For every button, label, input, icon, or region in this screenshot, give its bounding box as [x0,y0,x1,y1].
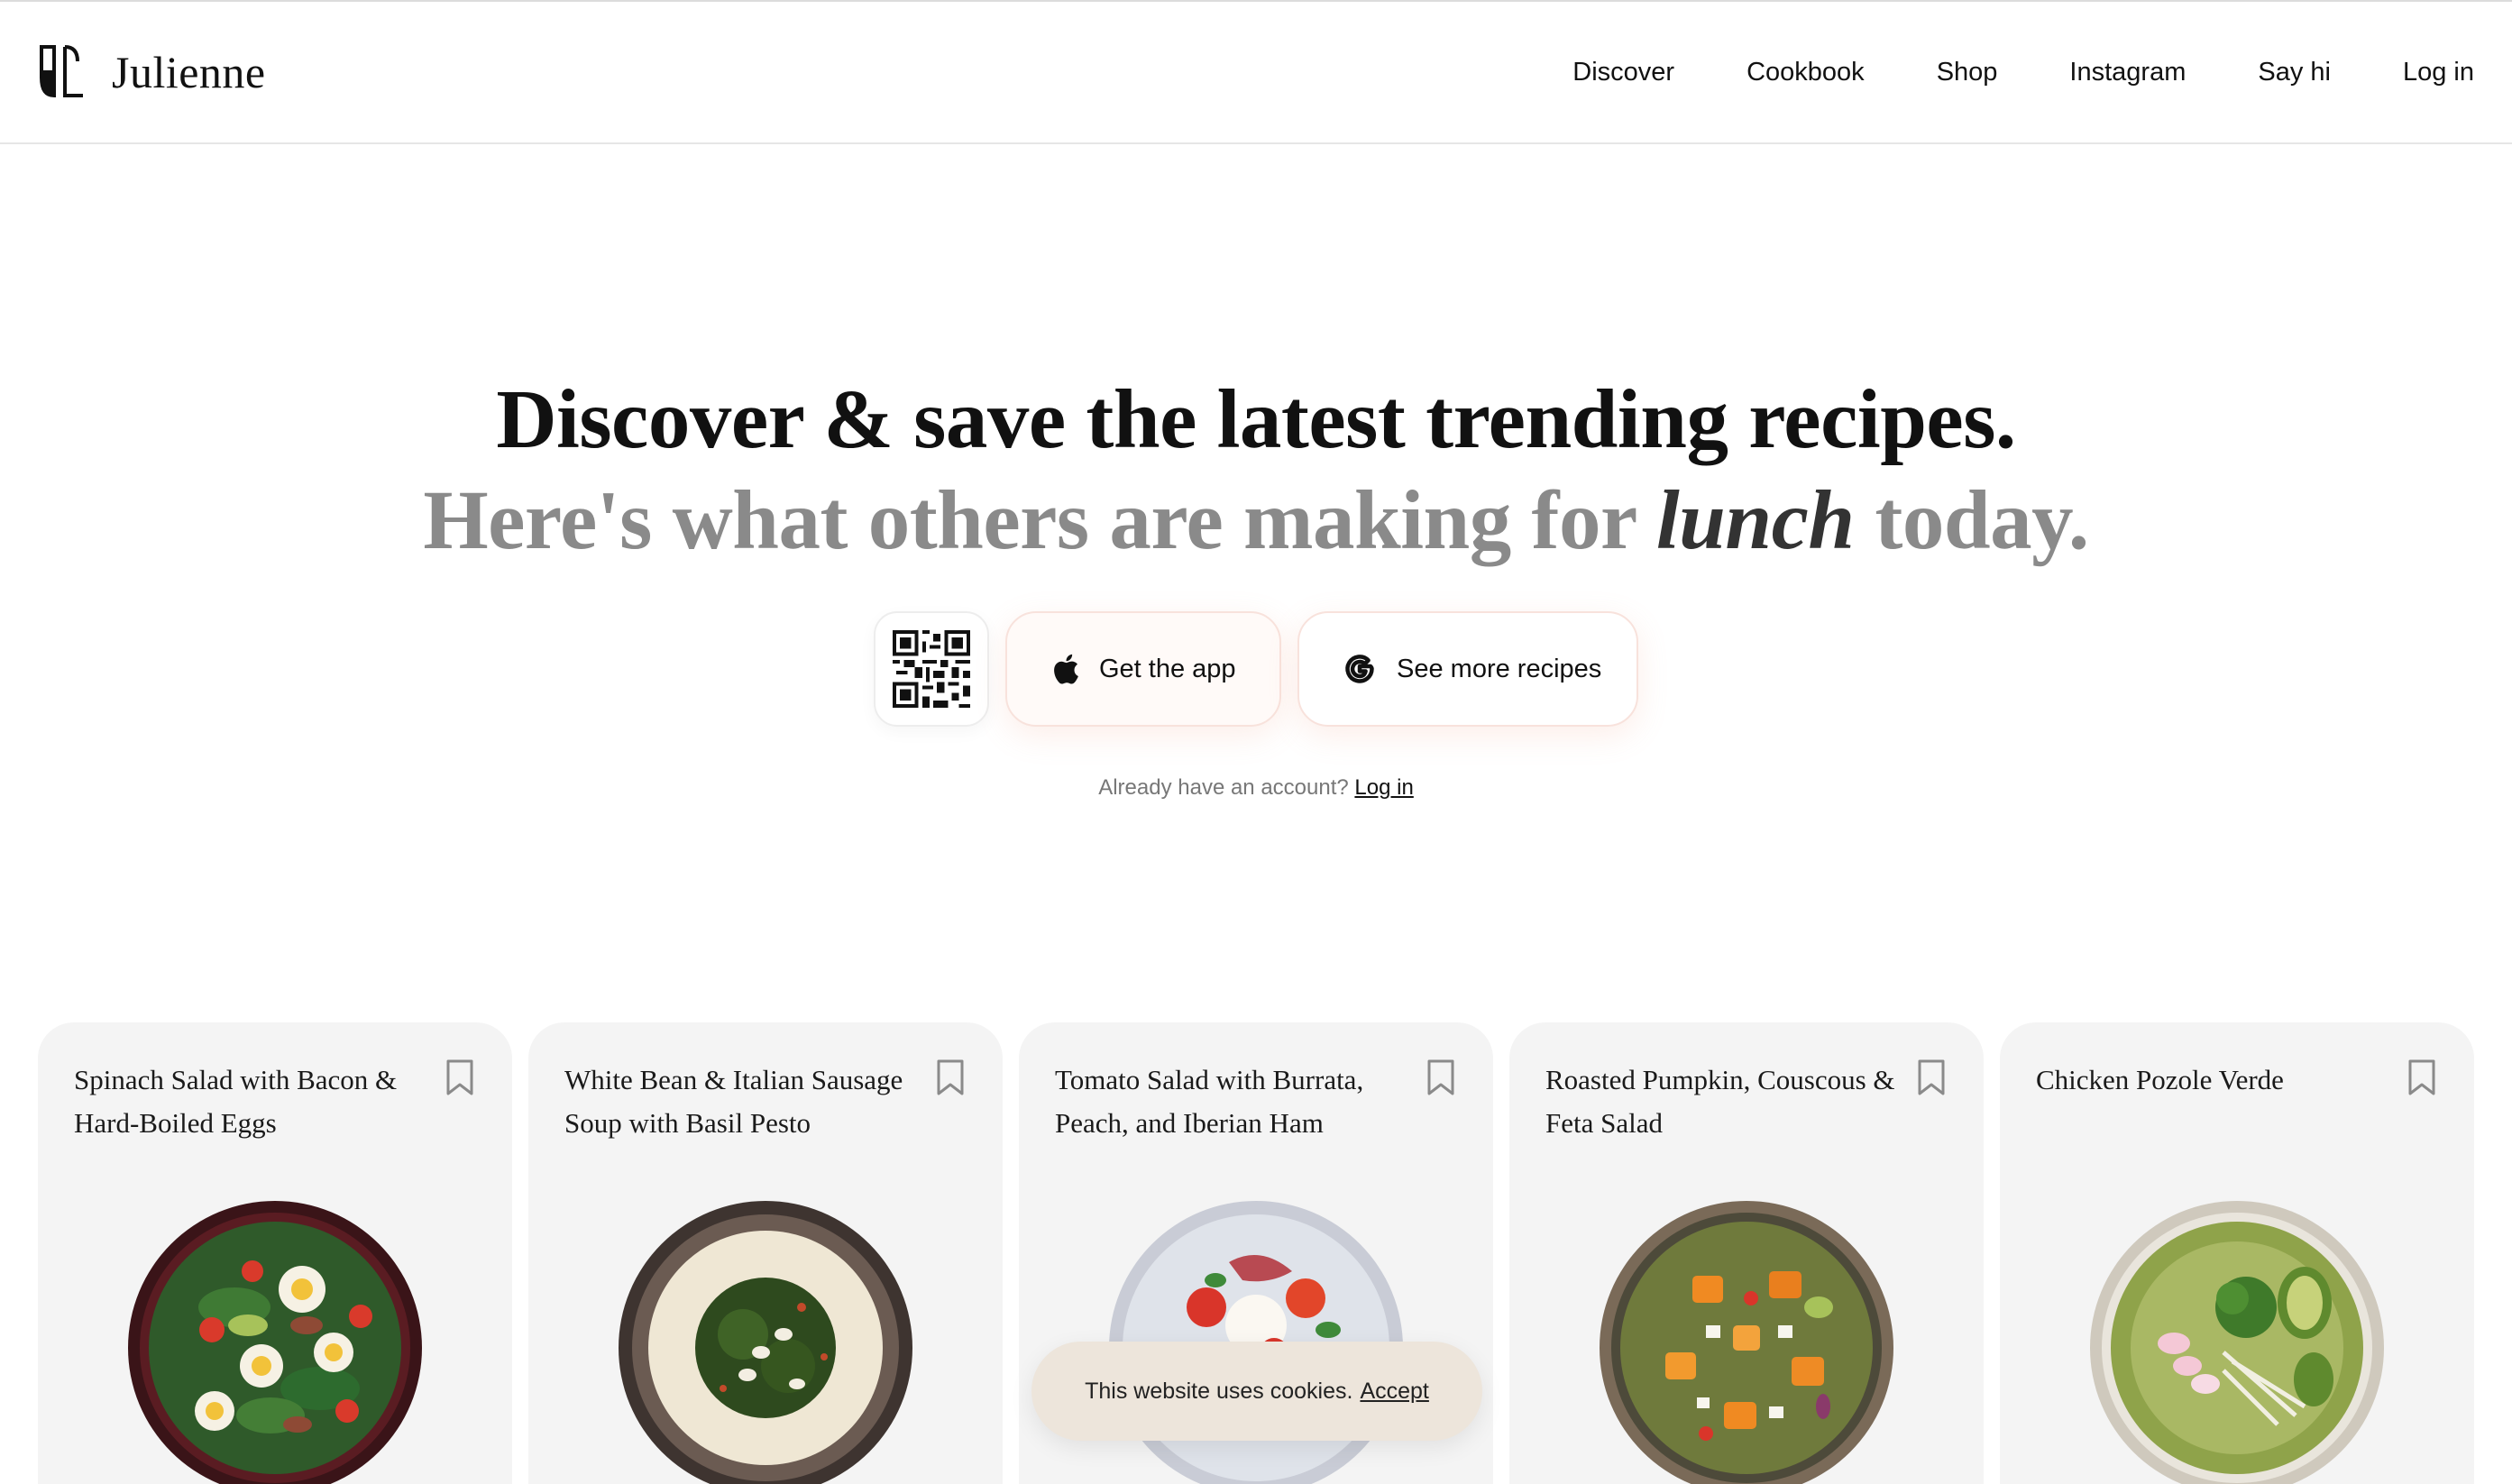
get-the-app-button[interactable]: Get the app [1005,611,1281,727]
nav-discover[interactable]: Discover [1572,54,1674,90]
see-more-recipes-label: See more recipes [1397,654,1602,683]
hero-meal-word: lunch [1655,474,1855,567]
hero-login-link[interactable]: Log in [1354,775,1413,800]
pozole-bowl-image [2090,1201,2384,1484]
get-the-app-label: Get the app [1099,654,1236,683]
julienne-logo-icon [40,45,83,98]
nav-say-hi[interactable]: Say hi [2258,54,2331,90]
nav-log-in[interactable]: Log in [2403,54,2474,90]
hero-subheading: Here's what others are making for lunch … [0,472,2512,569]
account-prompt-text: Already have an account? [1098,775,1349,800]
page: Julienne Discover Cookbook Shop Instagra… [0,0,2512,1484]
account-prompt: Already have an account? Log in [0,775,2512,801]
bookmark-icon[interactable] [1915,1058,1948,1096]
hero-subheading-prefix: Here's what others are making for [423,474,1636,567]
recipe-title: Roasted Pumpkin, Couscous & Feta Salad [1545,1064,1895,1139]
apple-icon [1052,653,1079,685]
nav-instagram[interactable]: Instagram [2069,54,2186,90]
recipe-title: White Bean & Italian Sausage Soup with B… [564,1064,903,1139]
recipe-title: Spinach Salad with Bacon & Hard-Boiled E… [74,1064,398,1139]
hero-heading: Discover & save the latest trending reci… [496,373,2016,466]
recipe-card[interactable]: Spinach Salad with Bacon & Hard-Boiled E… [38,1022,512,1484]
brand-name: Julienne [112,47,266,97]
bookmark-icon[interactable] [2406,1058,2438,1096]
google-g-icon [1343,652,1377,686]
pumpkin-couscous-bowl-image [1600,1201,1893,1484]
recipe-title: Tomato Salad with Burrata, Peach, and Ib… [1055,1064,1364,1139]
bookmark-icon[interactable] [444,1058,476,1096]
qr-code-button[interactable] [874,611,989,727]
salad-bowl-image [128,1201,422,1484]
main-nav: Discover Cookbook Shop Instagram Say hi … [1500,54,2474,90]
qr-code-icon [893,630,970,708]
bookmark-icon[interactable] [1425,1058,1457,1096]
recipe-card[interactable]: Chicken Pozole Verde [2000,1022,2474,1484]
soup-bowl-image [619,1201,912,1484]
site-header: Julienne Discover Cookbook Shop Instagra… [0,0,2512,144]
recipe-card[interactable]: White Bean & Italian Sausage Soup with B… [528,1022,1003,1484]
bookmark-icon[interactable] [934,1058,967,1096]
recipe-card[interactable]: Roasted Pumpkin, Couscous & Feta Salad [1509,1022,1984,1484]
nav-shop[interactable]: Shop [1937,54,1998,90]
brand-logo-link[interactable]: Julienne [38,41,266,103]
cookie-banner: This website uses cookies. Accept [1031,1342,1482,1441]
hero-subheading-suffix: today. [1875,474,2089,567]
recipe-title: Chicken Pozole Verde [2036,1064,2284,1095]
see-more-recipes-button[interactable]: See more recipes [1297,611,1638,727]
nav-cookbook[interactable]: Cookbook [1746,54,1865,90]
cookie-accept-link[interactable]: Accept [1360,1379,1428,1405]
cta-row: Get the app See more recipes [0,611,2512,727]
cookie-message: This website uses cookies. [1085,1378,1353,1404]
